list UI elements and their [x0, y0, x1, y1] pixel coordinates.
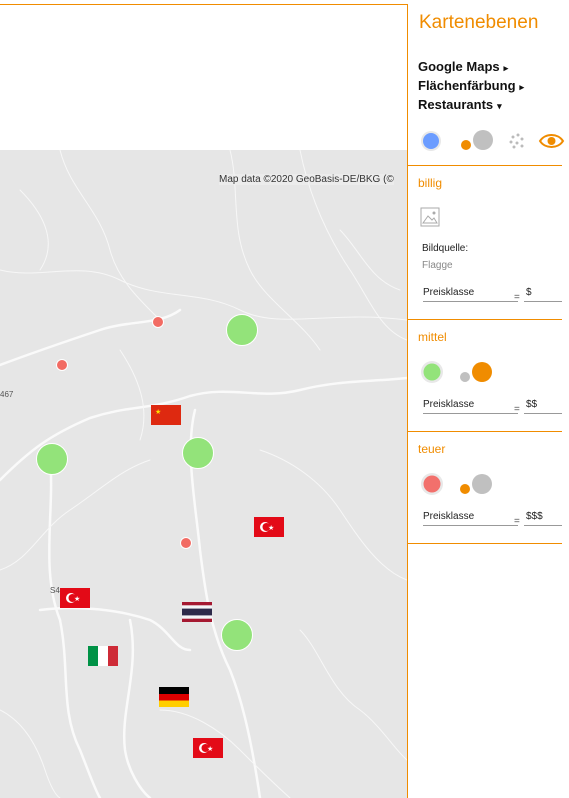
filter-value-underline — [524, 301, 562, 302]
layer-label: Restaurants — [418, 97, 494, 112]
color-style-icon[interactable] — [421, 473, 443, 495]
filter-field-label[interactable]: Preisklasse — [423, 511, 474, 522]
road-label: S4 — [50, 586, 60, 595]
restaurant-marker-billig[interactable] — [180, 537, 192, 549]
china-flag-icon[interactable]: ★ — [151, 405, 181, 425]
restaurant-marker-mittel[interactable] — [182, 437, 214, 469]
teuer-style-toolbar — [421, 473, 492, 495]
filter-operator: = — [514, 404, 520, 415]
map-view[interactable]: Map data ©2020 GeoBasis-DE/BKG (© 467 S4… — [0, 150, 408, 798]
layers-panel: Kartenebenen Google Maps ▸ Flächenfärbung… — [408, 0, 569, 798]
size-style-icon[interactable] — [461, 130, 493, 150]
image-source-label: Bildquelle: — [422, 243, 469, 254]
filter-field-label[interactable]: Preisklasse — [423, 287, 474, 298]
map-attribution[interactable]: Map data ©2020 GeoBasis-DE/BKG (© — [219, 174, 394, 185]
restaurant-marker-mittel[interactable] — [221, 619, 253, 651]
divider — [408, 543, 562, 544]
filter-value[interactable]: $$ — [526, 399, 537, 410]
caret-down-icon: ▾ — [497, 101, 502, 111]
restaurant-marker-mittel[interactable] — [36, 443, 68, 475]
filter-value[interactable]: $$$ — [526, 511, 543, 522]
thailand-flag-icon[interactable] — [182, 602, 212, 622]
panel-title: Kartenebenen — [419, 12, 539, 33]
filter-value-underline — [524, 525, 562, 526]
size-style-icon[interactable] — [460, 474, 492, 494]
image-source-value[interactable]: Flagge — [422, 260, 453, 271]
restaurant-marker-billig[interactable] — [152, 316, 164, 328]
layer-restaurants[interactable]: Restaurants ▾ — [418, 97, 502, 112]
color-style-icon[interactable] — [421, 361, 443, 383]
svg-text:★: ★ — [268, 524, 274, 532]
divider — [408, 319, 562, 320]
divider — [408, 431, 562, 432]
caret-right-icon: ▸ — [503, 63, 509, 73]
layer-label: Google Maps — [418, 59, 500, 74]
svg-text:★: ★ — [74, 595, 80, 603]
germany-flag-icon[interactable] — [159, 687, 189, 707]
filter-field-label[interactable]: Preisklasse — [423, 399, 474, 410]
restaurant-marker-mittel[interactable] — [226, 314, 258, 346]
mittel-style-toolbar — [421, 361, 492, 383]
turkey-flag-icon[interactable]: ★ — [60, 588, 90, 608]
filter-field-underline — [423, 413, 518, 414]
section-title-billig[interactable]: billig — [418, 176, 442, 190]
filter-operator: = — [514, 516, 520, 527]
layer-flaechenfaerbung[interactable]: Flächenfärbung ▸ — [418, 78, 524, 93]
filter-operator: = — [514, 292, 520, 303]
filter-field-underline — [423, 525, 518, 526]
cluster-icon[interactable] — [509, 133, 524, 149]
image-placeholder-icon[interactable] — [420, 207, 440, 227]
layer-style-toolbar — [420, 128, 569, 154]
section-title-teuer[interactable]: teuer — [418, 442, 445, 456]
content-area — [0, 71, 408, 150]
svg-text:★: ★ — [207, 745, 213, 753]
turkey-flag-icon[interactable]: ★ — [193, 738, 223, 758]
size-style-icon[interactable] — [460, 362, 492, 382]
color-style-icon[interactable] — [421, 131, 441, 151]
italy-flag-icon[interactable] — [88, 646, 118, 666]
header-box — [0, 4, 408, 72]
filter-field-underline — [423, 301, 518, 302]
filter-value[interactable]: $ — [526, 287, 532, 298]
filter-value-underline — [524, 413, 562, 414]
caret-right-icon: ▸ — [519, 82, 525, 92]
divider — [408, 165, 562, 166]
layer-label: Flächenfärbung — [418, 78, 516, 93]
turkey-flag-icon[interactable]: ★ — [254, 517, 284, 537]
visibility-eye-icon[interactable] — [538, 134, 565, 148]
road-label: 467 — [0, 390, 14, 399]
layer-google-maps[interactable]: Google Maps ▸ — [418, 59, 508, 74]
map-roads — [0, 150, 407, 798]
restaurant-marker-billig[interactable] — [56, 359, 68, 371]
section-title-mittel[interactable]: mittel — [418, 330, 447, 344]
svg-text:★: ★ — [155, 408, 161, 416]
